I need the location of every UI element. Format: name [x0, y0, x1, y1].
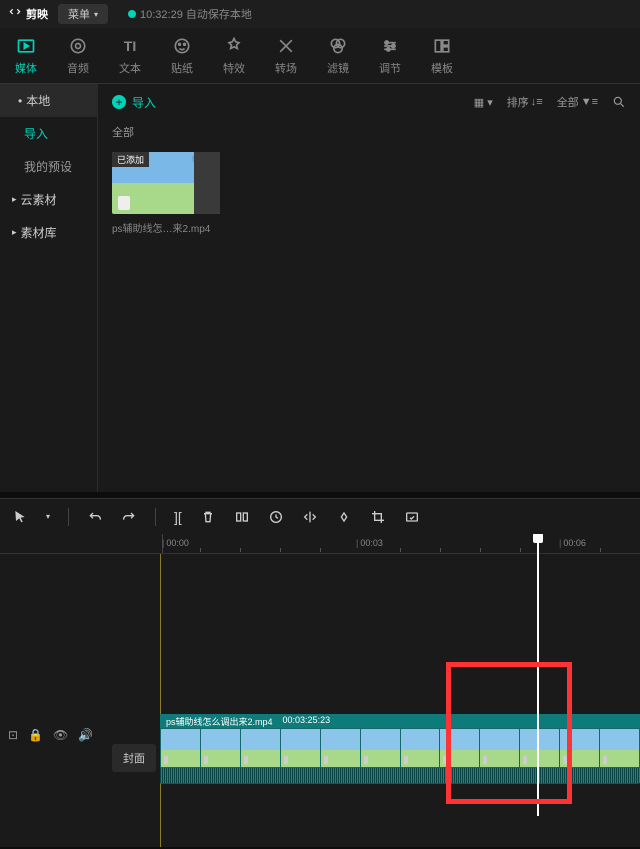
app-name: 剪映 — [26, 6, 48, 22]
sidebar-import[interactable]: 导入 — [0, 117, 97, 150]
plus-icon: + — [112, 95, 126, 109]
adjust-icon — [380, 36, 400, 56]
top-tabs: 媒体 音频 TI 文本 贴纸 特效 转场 滤镜 调节 模板 — [0, 28, 640, 84]
sidebar-cloud[interactable]: 云素材 — [0, 183, 97, 216]
smart-tool[interactable] — [404, 509, 420, 525]
sidebar-my-preset[interactable]: 我的预设 — [0, 150, 97, 183]
autosave-status: 10:32:29 自动保存本地 — [128, 6, 252, 22]
added-badge: 已添加 — [112, 152, 149, 167]
highlight-annotation — [446, 662, 572, 804]
freeze-frame-tool[interactable] — [268, 509, 284, 525]
app-logo: 剪映 — [8, 6, 48, 22]
select-mode-dropdown[interactable]: ▾ — [46, 512, 50, 521]
tab-template[interactable]: 模板 — [416, 36, 468, 76]
main-panel: • 本地 导入 我的预设 云素材 素材库 + 导入 ▦ ▾ 排序 ↓≡ 全部 ▼… — [0, 84, 640, 492]
select-tool[interactable] — [12, 509, 28, 525]
timeline-toolbar: ▾ ]​[ — [0, 498, 640, 534]
effects-icon — [224, 36, 244, 56]
split-tool[interactable]: ]​[ — [174, 509, 182, 525]
ruler-tick: 00:00 — [162, 538, 189, 548]
media-content: + 导入 ▦ ▾ 排序 ↓≡ 全部 ▼≡ 全部 已添加 03:26 ps辅助线怎… — [98, 84, 640, 492]
tab-transition[interactable]: 转场 — [260, 36, 312, 76]
tab-media[interactable]: 媒体 — [0, 36, 52, 76]
sidebar-local[interactable]: • 本地 — [0, 84, 97, 117]
clip-filename: ps辅助线怎么调出来2.mp4 — [166, 715, 273, 727]
start-marker — [160, 554, 161, 847]
tab-effects[interactable]: 特效 — [208, 36, 260, 76]
view-mode-toggle[interactable]: ▦ ▾ — [474, 96, 493, 109]
speaker-icon[interactable]: 🔊 — [78, 728, 93, 742]
menu-button[interactable]: 菜单 ▾ — [58, 4, 108, 24]
titlebar: 剪映 菜单 ▾ 10:32:29 自动保存本地 — [0, 0, 640, 28]
time-ruler[interactable]: 00:00 00:03 00:06 — [0, 534, 640, 554]
filter-icon — [328, 36, 348, 56]
timeline[interactable]: 00:00 00:03 00:06 ⊡ 🔒 👁 🔊 封面 ps辅助线怎么调出来2… — [0, 534, 640, 847]
sort-button[interactable]: 排序 ↓≡ — [507, 94, 543, 110]
clip-timecode: 00:03:25:23 — [283, 715, 331, 727]
tab-sticker[interactable]: 贴纸 — [156, 36, 208, 76]
filter-button[interactable]: 全部 ▼≡ — [557, 94, 598, 110]
tab-text[interactable]: TI 文本 — [104, 36, 156, 76]
template-icon — [432, 36, 452, 56]
crop-tool[interactable] — [370, 509, 386, 525]
ruler-tick: 00:03 — [356, 538, 383, 548]
sidebar-library[interactable]: 素材库 — [0, 216, 97, 249]
media-item[interactable]: 已添加 03:26 ps辅助线怎…来2.mp4 — [112, 152, 220, 235]
search-button[interactable] — [612, 95, 626, 109]
media-thumbnail: 已添加 03:26 — [112, 152, 220, 214]
ruler-tick: 00:06 — [559, 538, 586, 548]
text-icon: TI — [120, 36, 140, 56]
status-dot-icon — [128, 10, 136, 18]
tab-adjust[interactable]: 调节 — [364, 36, 416, 76]
audio-icon — [68, 36, 88, 56]
rotate-tool[interactable] — [336, 509, 352, 525]
delete-tool[interactable] — [200, 509, 216, 525]
lock-icon[interactable]: 🔒 — [28, 728, 43, 742]
category-all[interactable]: 全部 — [98, 120, 640, 148]
media-filename: ps辅助线怎…来2.mp4 — [112, 220, 220, 235]
content-header: + 导入 ▦ ▾ 排序 ↓≡ 全部 ▼≡ — [98, 84, 640, 120]
track-controls: ⊡ 🔒 👁 🔊 — [8, 728, 93, 742]
undo-button[interactable] — [87, 509, 103, 525]
track-collapse-icon[interactable]: ⊡ — [8, 728, 18, 742]
media-icon — [16, 36, 36, 56]
split-mode-tool[interactable] — [234, 509, 250, 525]
cover-button[interactable]: 封面 — [112, 744, 156, 772]
tab-audio[interactable]: 音频 — [52, 36, 104, 76]
import-button[interactable]: + 导入 — [112, 94, 156, 111]
mirror-tool[interactable] — [302, 509, 318, 525]
tab-filter[interactable]: 滤镜 — [312, 36, 364, 76]
redo-button[interactable] — [121, 509, 137, 525]
sticker-icon — [172, 36, 192, 56]
chevron-down-icon: ▾ — [94, 10, 98, 19]
eye-icon[interactable]: 👁 — [53, 728, 68, 742]
transition-icon — [276, 36, 296, 56]
sidebar: • 本地 导入 我的预设 云素材 素材库 — [0, 84, 98, 492]
